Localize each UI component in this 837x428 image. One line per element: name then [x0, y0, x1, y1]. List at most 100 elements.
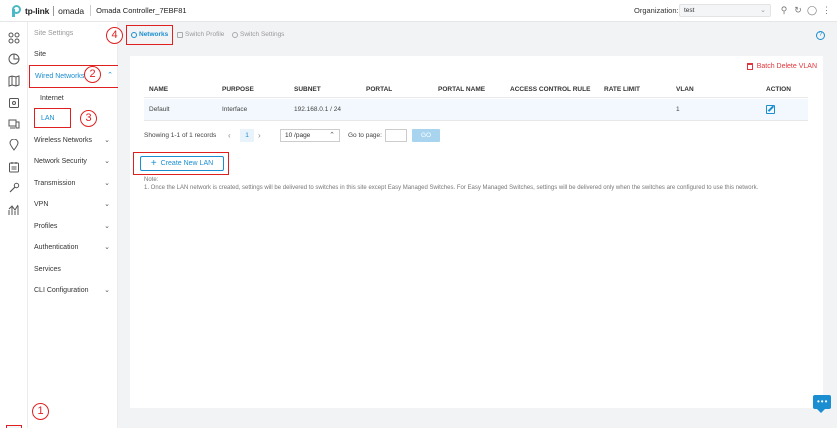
sidebar-item-profiles[interactable]: Profiles ⌄	[34, 223, 114, 230]
organization-label: Organization:	[634, 6, 679, 15]
gear-icon	[232, 31, 238, 38]
sidebar-item-label: Wired Networks	[35, 73, 85, 80]
tp-link-logo-icon	[10, 4, 23, 17]
sidebar-item-label: Profiles	[34, 223, 58, 230]
clients-icon[interactable]	[8, 118, 20, 130]
chevron-down-icon: ⌄	[760, 7, 766, 14]
tools-icon[interactable]	[8, 182, 20, 194]
chevron-down-icon: ⌄	[104, 244, 110, 251]
tp-link-logo: tp-link omada	[10, 4, 84, 17]
devices-icon[interactable]	[8, 97, 20, 109]
cell-purpose: Interface	[222, 106, 248, 113]
column-header[interactable]: PORTAL NAME	[438, 86, 485, 93]
site-settings-sidebar: Site Settings Site Wired Networks ⌃ Inte…	[28, 22, 122, 428]
cell-vlan: 1	[676, 106, 680, 113]
sidebar-item-label: Wireless Networks	[34, 137, 92, 144]
sidebar-item-label: LAN	[41, 115, 55, 122]
tab-switch-profile[interactable]: Switch Profile	[177, 31, 224, 38]
chevron-down-icon: ⌄	[104, 287, 110, 294]
map-icon[interactable]	[8, 75, 20, 87]
column-header: ACTION	[766, 86, 791, 93]
sidebar-item-lan[interactable]: LAN	[34, 108, 71, 128]
column-header[interactable]: SUBNET	[294, 86, 321, 93]
more-menu-icon[interactable]: ⋮	[822, 5, 831, 15]
sidebar-item-network-security[interactable]: Network Security ⌄	[34, 158, 114, 165]
user-icon[interactable]: ◯	[807, 5, 817, 15]
pagination: Showing 1-1 of 1 records ‹ 1 › 10 /page …	[144, 129, 544, 143]
sidebar-item-site[interactable]: Site	[34, 51, 114, 58]
sidebar-item-transmission[interactable]: Transmission ⌄	[34, 180, 114, 187]
column-header[interactable]: VLAN	[676, 86, 694, 93]
help-icon[interactable]: ?	[816, 31, 825, 40]
chevron-down-icon: ⌄	[104, 223, 110, 230]
sidebar-item-wired-networks[interactable]: Wired Networks ⌃	[29, 65, 122, 88]
sidebar-item-label: VPN	[34, 201, 49, 208]
sidebar-item-authentication[interactable]: Authentication ⌄	[34, 244, 114, 251]
create-new-lan-button[interactable]: + Create New LAN	[140, 156, 224, 171]
button-label: Create New LAN	[160, 160, 214, 167]
trash-icon	[746, 63, 753, 70]
organization-value: test	[684, 7, 695, 14]
product-name: omada	[58, 5, 85, 16]
column-header[interactable]: RATE LIMIT	[604, 86, 640, 93]
note-title: Note:	[144, 177, 159, 183]
annotation-badge-4: 4	[106, 27, 123, 44]
table-header: NAME PURPOSE SUBNET PORTAL PORTAL NAME A…	[144, 83, 808, 98]
tab-switch-settings[interactable]: Switch Settings	[232, 31, 284, 38]
sidebar-item-internet[interactable]: Internet	[40, 95, 120, 102]
batch-delete-vlan-button[interactable]: Batch Delete VLAN	[746, 63, 817, 70]
chevron-down-icon: ⌄	[104, 158, 110, 165]
brand-name: tp-link	[25, 5, 50, 16]
table-row[interactable]: Default Interface 192.168.0.1 / 24 1	[144, 99, 808, 121]
networks-card: Batch Delete VLAN NAME PURPOSE SUBNET PO…	[130, 56, 823, 408]
chat-icon[interactable]: •••	[813, 395, 831, 413]
column-header[interactable]: PURPOSE	[222, 86, 254, 93]
dashboard-icon[interactable]	[8, 32, 20, 44]
sidebar-item-label: Authentication	[34, 244, 79, 251]
chevron-down-icon: ⌄	[104, 180, 110, 187]
chevron-left-icon[interactable]: ‹	[228, 131, 231, 140]
edit-icon[interactable]	[766, 105, 775, 114]
tab-label: Switch Profile	[185, 31, 225, 38]
cell-subnet: 192.168.0.1 / 24	[294, 106, 341, 113]
top-bar: tp-link omada Omada Controller_7EBF81 Or…	[0, 0, 837, 22]
pagination-summary: Showing 1-1 of 1 records	[144, 132, 217, 139]
reports-icon[interactable]	[8, 204, 20, 216]
chevron-up-icon: ⌃	[107, 72, 113, 79]
chevron-up-icon: ⌃	[329, 132, 335, 139]
controller-name: Omada Controller_7EBF81	[96, 6, 187, 15]
sidebar-item-services[interactable]: Services	[34, 266, 114, 273]
chevron-right-icon[interactable]: ›	[258, 131, 261, 140]
tab-label: Networks	[139, 31, 169, 38]
column-header[interactable]: ACCESS CONTROL RULE	[510, 86, 590, 93]
sidebar-item-vpn[interactable]: VPN ⌄	[34, 201, 114, 208]
page-number[interactable]: 1	[240, 129, 254, 142]
sidebar-item-wireless-networks[interactable]: Wireless Networks ⌄	[34, 137, 114, 144]
button-label: Batch Delete VLAN	[756, 63, 817, 70]
column-header[interactable]: NAME	[149, 86, 168, 93]
annotation-badge-2: 2	[84, 66, 101, 83]
refresh-icon[interactable]: ↻	[793, 5, 803, 15]
cell-name: Default	[149, 106, 170, 113]
tab-label: Switch Settings	[240, 31, 285, 38]
goto-page-input[interactable]	[385, 129, 407, 142]
sidebar-heading: Site Settings	[34, 30, 74, 37]
chevron-down-icon: ⌄	[104, 137, 110, 144]
note-text: 1. Once the LAN network is created, sett…	[144, 185, 759, 191]
logs-icon[interactable]	[8, 161, 20, 173]
profile-icon	[177, 31, 183, 38]
main-content: Networks Switch Profile Switch Settings …	[118, 22, 837, 428]
sidebar-item-cli-configuration[interactable]: CLI Configuration ⌄	[34, 287, 114, 294]
insight-icon[interactable]	[8, 138, 20, 151]
column-header[interactable]: PORTAL	[366, 86, 392, 93]
sidebar-item-label: Services	[34, 266, 61, 273]
page-size-select[interactable]: 10 /page ⌃	[280, 129, 340, 142]
sidebar-item-label: Network Security	[34, 158, 87, 165]
organization-select[interactable]: test ⌄	[679, 4, 771, 17]
go-button[interactable]: GO	[412, 129, 440, 142]
statistics-icon[interactable]	[8, 53, 20, 65]
goto-label: Go to page:	[348, 132, 382, 139]
annotation-badge-1: 1	[32, 403, 49, 420]
search-icon[interactable]: ⚲	[779, 5, 789, 15]
tab-networks[interactable]: Networks	[131, 31, 168, 38]
